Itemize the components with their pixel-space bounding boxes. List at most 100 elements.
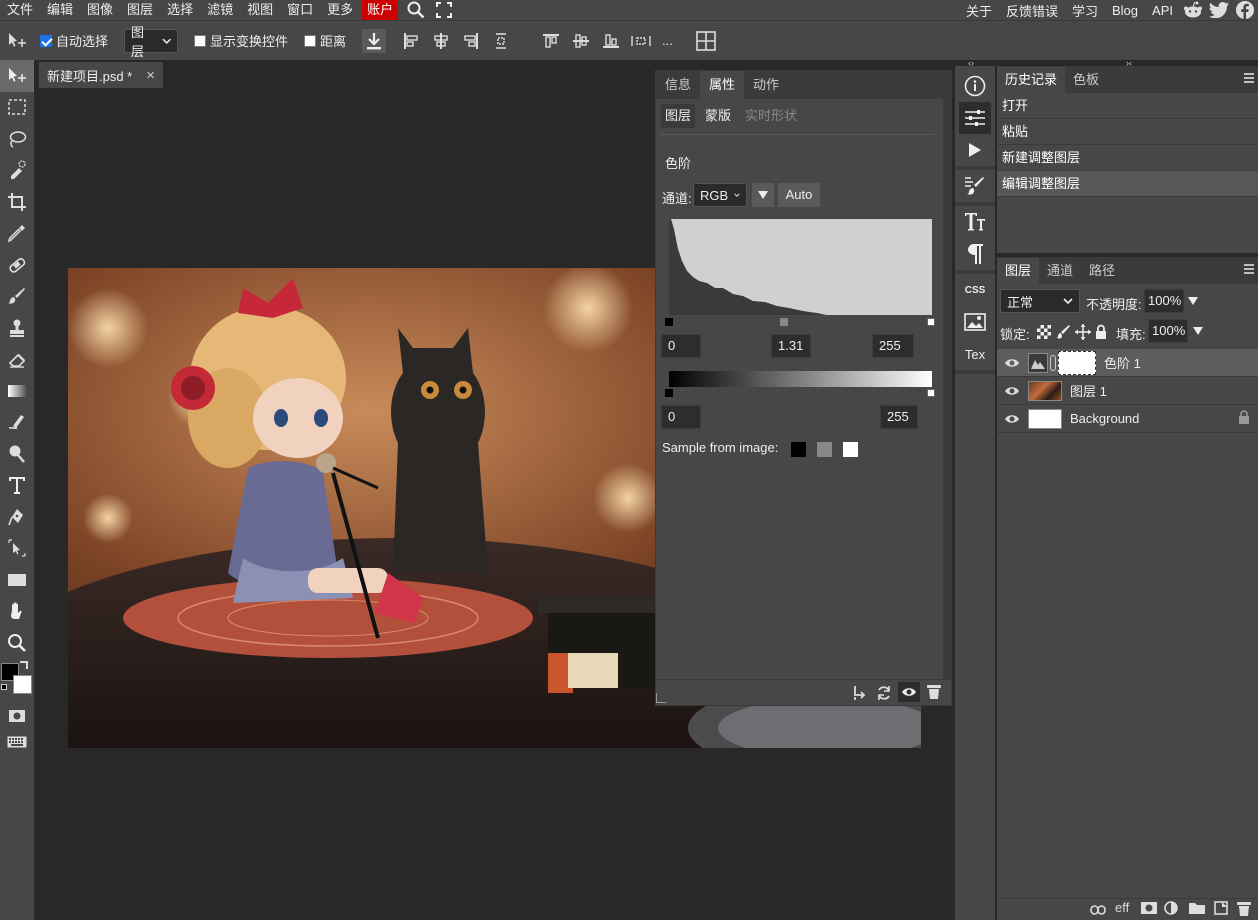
- align-right-icon[interactable]: [460, 30, 482, 52]
- visibility-eye-icon[interactable]: [1004, 358, 1020, 368]
- clip-to-layer-icon[interactable]: [852, 685, 866, 704]
- subtab-layer[interactable]: 图层: [661, 104, 696, 128]
- sample-black-eyedropper[interactable]: [791, 442, 806, 457]
- image-panel-button[interactable]: [955, 306, 995, 338]
- link-about[interactable]: 关于: [959, 1, 999, 20]
- character-panel-button[interactable]: [955, 206, 995, 238]
- facebook-icon[interactable]: [1235, 0, 1255, 20]
- clone-stamp-tool[interactable]: [0, 312, 34, 344]
- actions-panel-button[interactable]: [955, 134, 995, 166]
- eyedropper-tool[interactable]: [0, 218, 34, 250]
- fill-field[interactable]: 100%: [1148, 319, 1188, 343]
- layers-menu-icon[interactable]: [1244, 263, 1254, 275]
- auto-button[interactable]: Auto: [778, 183, 820, 207]
- layer-row-layer1[interactable]: 图层 1: [997, 377, 1258, 405]
- output-black-slider[interactable]: [665, 389, 673, 397]
- history-row-paste[interactable]: 粘贴: [997, 119, 1258, 145]
- input-white-slider[interactable]: [927, 318, 935, 326]
- menu-more[interactable]: 更多: [320, 0, 360, 20]
- lock-pixels-icon[interactable]: [1057, 324, 1071, 343]
- type-tool[interactable]: [0, 470, 34, 502]
- chain-link-icon[interactable]: [1050, 354, 1056, 371]
- reset-icon[interactable]: [876, 685, 892, 704]
- lasso-tool[interactable]: [0, 123, 34, 155]
- history-row-open[interactable]: 打开: [997, 93, 1258, 119]
- tab-history[interactable]: 历史记录: [997, 67, 1066, 93]
- link-api[interactable]: API: [1145, 3, 1180, 18]
- tab-channels[interactable]: 通道: [1039, 258, 1081, 284]
- auto-select-target-select[interactable]: 图层: [124, 25, 179, 59]
- blend-mode-select[interactable]: 正常: [1000, 289, 1080, 313]
- delete-layer-icon[interactable]: [1237, 901, 1251, 919]
- brush-tool[interactable]: [0, 281, 34, 313]
- layer-mask-thumbnail[interactable]: [1058, 350, 1096, 375]
- fill-dropdown-icon[interactable]: [1193, 327, 1203, 335]
- align-bottom-icon[interactable]: [600, 30, 622, 52]
- visibility-eye-icon[interactable]: [1004, 414, 1020, 424]
- menu-select[interactable]: 选择: [160, 0, 200, 20]
- align-center-h-icon[interactable]: [430, 30, 452, 52]
- hand-tool[interactable]: [0, 596, 34, 628]
- menu-window[interactable]: 窗口: [280, 0, 320, 20]
- distance-checkbox[interactable]: 距离: [304, 31, 346, 50]
- resize-grip[interactable]: [656, 693, 666, 703]
- align-top-icon[interactable]: [540, 30, 562, 52]
- color-swatches[interactable]: [0, 659, 34, 703]
- menu-edit[interactable]: 编辑: [40, 0, 80, 20]
- menu-view[interactable]: 视图: [240, 0, 280, 20]
- layer-row-background[interactable]: Background: [997, 405, 1258, 433]
- reddit-icon[interactable]: [1183, 0, 1203, 20]
- fullscreen-icon[interactable]: [434, 0, 454, 20]
- layer-effects-button[interactable]: eff: [1115, 900, 1129, 915]
- sample-gray-eyedropper[interactable]: [817, 442, 832, 457]
- menu-layer[interactable]: 图层: [120, 0, 160, 20]
- css-panel-button[interactable]: CSS: [955, 274, 995, 306]
- quick-mask-tool[interactable]: [0, 703, 34, 729]
- smudge-tool[interactable]: [0, 407, 34, 439]
- input-gamma-slider[interactable]: [780, 318, 788, 326]
- properties-scrollbar[interactable]: [943, 99, 951, 679]
- move-tool[interactable]: [0, 60, 34, 92]
- menu-filter[interactable]: 滤镜: [200, 0, 240, 20]
- add-mask-icon[interactable]: [1141, 902, 1157, 917]
- menu-account[interactable]: 账户: [362, 0, 399, 20]
- align-left-icon[interactable]: [400, 30, 422, 52]
- tab-info[interactable]: 信息: [656, 71, 700, 99]
- menu-image[interactable]: 图像: [80, 0, 120, 20]
- gradient-tool[interactable]: [0, 375, 34, 407]
- new-layer-icon[interactable]: [1214, 901, 1228, 918]
- search-icon[interactable]: [406, 0, 426, 20]
- align-middle-v-icon[interactable]: [570, 30, 592, 52]
- background-color[interactable]: [13, 674, 32, 694]
- visibility-eye-icon[interactable]: [1004, 386, 1020, 396]
- adjustment-layer-icon[interactable]: [1164, 901, 1178, 918]
- download-icon[interactable]: [362, 28, 387, 53]
- document-tab[interactable]: 新建项目.psd * ×: [39, 62, 164, 88]
- tab-paths[interactable]: 路径: [1081, 258, 1123, 284]
- link-learn[interactable]: 学习: [1065, 1, 1105, 20]
- history-menu-icon[interactable]: [1244, 72, 1254, 84]
- dodge-tool[interactable]: [0, 438, 34, 470]
- presets-dropdown-button[interactable]: [752, 183, 774, 207]
- input-gamma-field[interactable]: 1.31: [771, 334, 811, 358]
- lock-all-icon[interactable]: [1095, 324, 1107, 342]
- swap-colors-icon[interactable]: [20, 660, 28, 669]
- link-report-bug[interactable]: 反馈错误: [999, 1, 1065, 20]
- show-transform-checkbox[interactable]: 显示变换控件: [194, 31, 288, 50]
- brush-panel-button[interactable]: [955, 170, 995, 202]
- tab-layers[interactable]: 图层: [997, 258, 1040, 284]
- default-colors-icon[interactable]: [1, 683, 11, 694]
- move-tool-icon[interactable]: [6, 30, 28, 52]
- grid-layout-icon[interactable]: [695, 30, 717, 52]
- marquee-tool[interactable]: [0, 92, 34, 124]
- input-white-field[interactable]: 255: [872, 334, 914, 358]
- quick-select-tool[interactable]: [0, 155, 34, 187]
- opacity-dropdown-icon[interactable]: [1188, 297, 1198, 305]
- tex-panel-button[interactable]: Tex: [955, 338, 995, 370]
- history-row-new-adjustment[interactable]: 新建调整图层: [997, 145, 1258, 171]
- output-black-field[interactable]: 0: [661, 405, 701, 429]
- layer-row-levels[interactable]: 色阶 1: [997, 349, 1258, 377]
- input-black-field[interactable]: 0: [661, 334, 701, 358]
- lock-transparency-icon[interactable]: [1037, 325, 1051, 342]
- input-black-slider[interactable]: [665, 318, 673, 326]
